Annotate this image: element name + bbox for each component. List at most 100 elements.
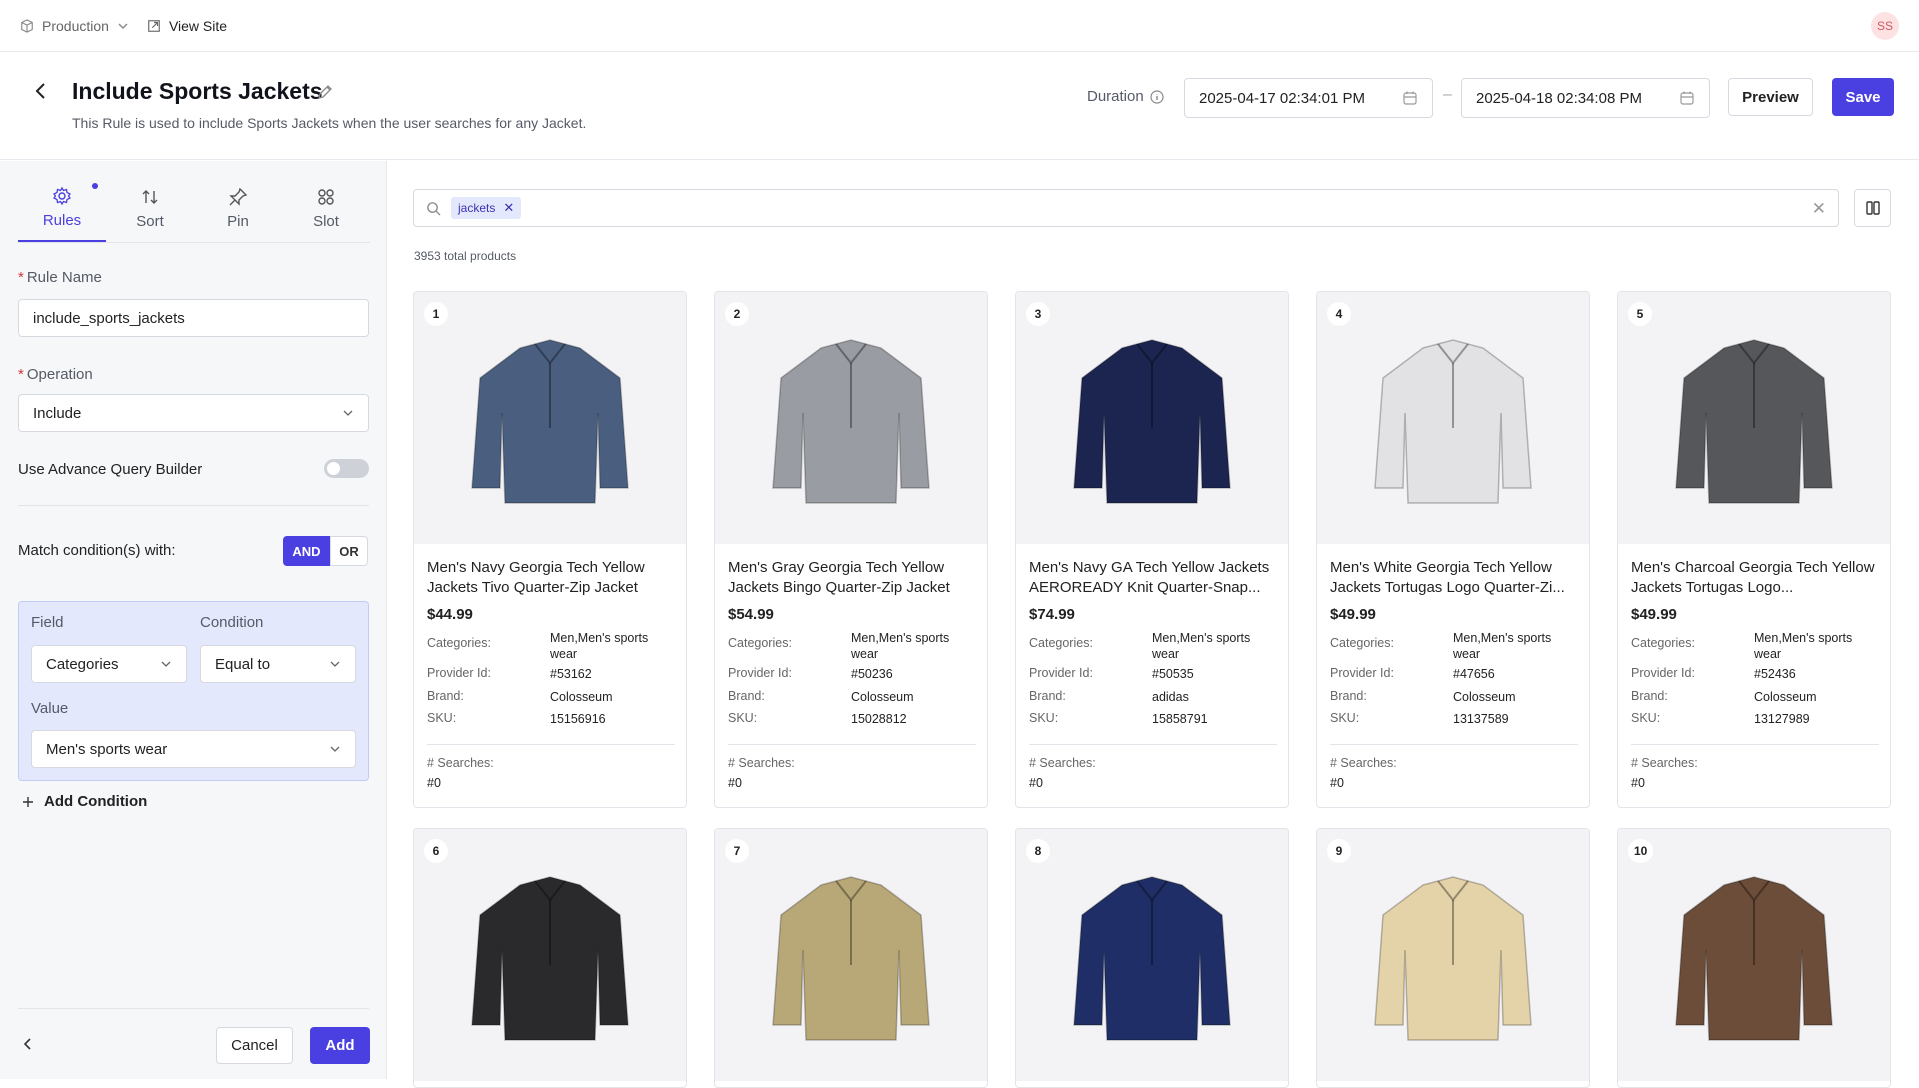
product-card[interactable]: 2 Men's Gray Georgia Tech Yellow Jackets… — [714, 291, 988, 808]
categories-value: Men,Men's sports wear — [1152, 631, 1251, 661]
jacket-image — [471, 876, 629, 1041]
save-button[interactable]: Save — [1832, 78, 1894, 116]
searches-value: #0 — [1029, 776, 1043, 790]
product-card[interactable]: 3 Men's Navy GA Tech Yellow Jackets AERO… — [1015, 291, 1289, 808]
advance-query-label: Use Advance Query Builder — [18, 461, 203, 478]
product-image: 2 — [715, 292, 987, 544]
jacket-image — [471, 339, 629, 504]
product-name: Men's Charcoal Georgia Tech Yellow Jacke… — [1631, 559, 1875, 596]
match-or-button[interactable]: OR — [330, 536, 368, 566]
field-label: Field — [31, 614, 64, 631]
operation-select[interactable]: Include — [18, 394, 369, 432]
sku-value: 13137589 — [1453, 712, 1509, 726]
tab-sort[interactable]: Sort — [106, 175, 194, 242]
calendar-icon — [1680, 91, 1694, 105]
page-header: Include Sports Jackets This Rule is used… — [0, 52, 1919, 160]
product-image: 4 — [1317, 292, 1589, 544]
preview-button[interactable]: Preview — [1728, 78, 1813, 116]
tab-sort-label: Sort — [136, 213, 164, 230]
product-card[interactable]: 9 — [1316, 828, 1590, 1088]
tab-pin-label: Pin — [227, 213, 249, 230]
divider — [427, 744, 675, 745]
product-price: $49.99 — [1631, 606, 1677, 623]
provider-id-value: #53162 — [550, 667, 592, 681]
operation-label: * Operation — [18, 366, 93, 383]
provider-id-label: Provider Id: — [427, 666, 491, 680]
advance-query-toggle[interactable] — [324, 459, 369, 478]
jacket-image — [772, 876, 930, 1041]
pencil-icon — [318, 85, 332, 99]
brand-label: Brand: — [427, 689, 464, 703]
duration-text: Duration — [1087, 88, 1144, 105]
collapse-sidebar-button[interactable] — [22, 1037, 34, 1051]
product-card[interactable]: 4 Men's White Georgia Tech Yellow Jacket… — [1316, 291, 1590, 808]
environment-selector[interactable]: Production — [20, 18, 129, 34]
brand-value: adidas — [1152, 690, 1189, 704]
unsaved-dot — [92, 183, 98, 189]
chevron-down-icon — [343, 410, 353, 416]
tab-slot[interactable]: Slot — [282, 175, 370, 242]
chevron-down-icon — [118, 23, 128, 29]
rank-badge: 7 — [725, 839, 749, 863]
add-condition-button[interactable]: Add Condition — [22, 793, 147, 810]
match-and-button[interactable]: AND — [283, 536, 330, 566]
sort-icon — [142, 190, 158, 204]
view-site-label: View Site — [168, 17, 228, 34]
product-card[interactable]: 10 — [1617, 828, 1891, 1088]
product-image: 9 — [1317, 829, 1589, 1081]
rank-badge: 8 — [1026, 839, 1050, 863]
searches-label: # Searches: — [1330, 756, 1397, 770]
edit-title-button[interactable] — [316, 83, 334, 101]
product-name: Men's White Georgia Tech Yellow Jackets … — [1330, 559, 1565, 596]
condition-select[interactable]: Equal to — [200, 645, 356, 683]
tab-pin[interactable]: Pin — [194, 175, 282, 242]
page-title: Include Sports Jackets — [72, 78, 323, 104]
product-image: 3 — [1016, 292, 1288, 544]
end-date-input[interactable]: 2025-04-18 02:34:08 PM — [1461, 78, 1710, 118]
add-button[interactable]: Add — [310, 1027, 370, 1064]
match-toggle: AND OR — [283, 536, 368, 566]
product-card[interactable]: 7 — [714, 828, 988, 1088]
field-select[interactable]: Categories — [31, 645, 187, 683]
provider-id-value: #50236 — [851, 667, 893, 681]
product-image: 6 — [414, 829, 686, 1081]
product-card[interactable]: 5 Men's Charcoal Georgia Tech Yellow Jac… — [1617, 291, 1891, 808]
field-value: Categories — [46, 655, 119, 673]
info-icon[interactable] — [1150, 89, 1164, 104]
product-name: Men's Navy Georgia Tech Yellow Jackets T… — [427, 559, 645, 596]
brand-value: Colosseum — [1453, 690, 1516, 704]
arrow-left-icon — [35, 83, 45, 99]
rank-badge: 2 — [725, 302, 749, 326]
searches-label: # Searches: — [728, 756, 795, 770]
avatar[interactable]: SS — [1871, 12, 1899, 40]
chevron-down-icon — [161, 661, 171, 667]
value-select[interactable]: Men's sports wear — [31, 730, 356, 768]
product-card[interactable]: 8 — [1015, 828, 1289, 1088]
sku-label: SKU: — [1330, 711, 1360, 725]
back-button[interactable] — [30, 80, 52, 102]
sku-value: 13127989 — [1754, 712, 1810, 726]
searches-label: # Searches: — [427, 756, 494, 770]
view-site-link[interactable]: View Site — [147, 18, 227, 34]
end-date-value: 2025-04-18 02:34:08 PM — [1476, 89, 1642, 107]
search-input[interactable]: jackets ✕ ✕ — [413, 189, 1839, 227]
start-date-input[interactable]: 2025-04-17 02:34:01 PM — [1184, 78, 1433, 118]
remove-chip-icon[interactable]: ✕ — [503, 200, 514, 216]
cancel-button[interactable]: Cancel — [216, 1027, 293, 1064]
categories-label: Categories: — [1029, 636, 1093, 650]
condition-value: Equal to — [215, 655, 271, 673]
page-subtitle: This Rule is used to include Sports Jack… — [72, 115, 587, 131]
duration-label: Duration — [1087, 88, 1164, 105]
brand-value: Colosseum — [1754, 690, 1817, 704]
clear-search-icon[interactable]: ✕ — [1812, 199, 1826, 219]
product-card[interactable]: 1 Men's Navy Georgia Tech Yellow Jackets… — [413, 291, 687, 808]
product-price: $49.99 — [1330, 606, 1376, 623]
column-toggle-button[interactable] — [1854, 189, 1891, 227]
tab-rules-label: Rules — [42, 212, 82, 229]
tab-rules[interactable]: Rules — [18, 175, 106, 242]
brand-label: Brand: — [1330, 689, 1367, 703]
product-card[interactable]: 6 — [413, 828, 687, 1088]
rule-name-input[interactable]: include_sports_jackets — [18, 299, 369, 337]
categories-label: Categories: — [728, 636, 792, 650]
provider-id-label: Provider Id: — [1029, 666, 1093, 680]
